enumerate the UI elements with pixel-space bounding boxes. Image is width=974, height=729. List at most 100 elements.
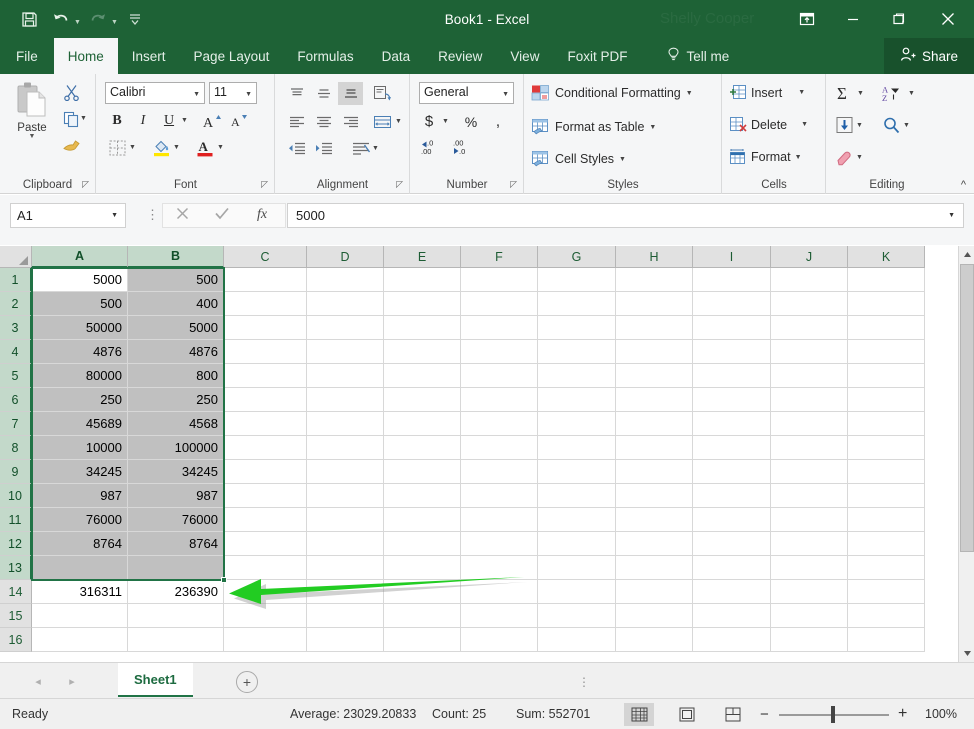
- row-header-5[interactable]: 5: [0, 364, 32, 388]
- cell-B2[interactable]: 400: [128, 292, 224, 316]
- font-size-dropdown-icon[interactable]: ▼: [245, 91, 252, 98]
- format-cells-dropdown-icon[interactable]: ▼: [795, 154, 802, 161]
- cell-D7[interactable]: [307, 412, 384, 436]
- cell-B3[interactable]: 5000: [128, 316, 224, 340]
- add-sheet-button[interactable]: +: [236, 671, 258, 693]
- row-header-13[interactable]: 13: [0, 556, 32, 580]
- cell-H10[interactable]: [616, 484, 693, 508]
- column-header-c[interactable]: C: [224, 246, 307, 268]
- cell-I10[interactable]: [693, 484, 771, 508]
- cell-A16[interactable]: [32, 628, 128, 652]
- cell-C7[interactable]: [224, 412, 307, 436]
- cell-J2[interactable]: [771, 292, 848, 316]
- orientation-button[interactable]: [370, 82, 395, 105]
- undo-icon[interactable]: [46, 5, 76, 33]
- cell-J16[interactable]: [771, 628, 848, 652]
- cell-C4[interactable]: [224, 340, 307, 364]
- row-header-15[interactable]: 15: [0, 604, 32, 628]
- font-name-dropdown-icon[interactable]: ▼: [193, 91, 200, 98]
- cell-K8[interactable]: [848, 436, 925, 460]
- cell-F11[interactable]: [461, 508, 538, 532]
- cell-G13[interactable]: [538, 556, 616, 580]
- formula-input[interactable]: 5000 ▼: [287, 203, 964, 228]
- cell-H13[interactable]: [616, 556, 693, 580]
- clipboard-dialog-launcher-icon[interactable]: ◸: [82, 179, 89, 190]
- cell-E3[interactable]: [384, 316, 461, 340]
- percent-style-button[interactable]: %: [461, 110, 481, 133]
- cell-K7[interactable]: [848, 412, 925, 436]
- collapse-ribbon-icon[interactable]: ^: [961, 179, 966, 191]
- copy-dropdown-icon[interactable]: ▼: [80, 115, 87, 122]
- paste-dropdown-icon[interactable]: ▼: [29, 133, 36, 140]
- cell-J14[interactable]: [771, 580, 848, 604]
- cell-F6[interactable]: [461, 388, 538, 412]
- row-header-2[interactable]: 2: [0, 292, 32, 316]
- center-align-button[interactable]: [311, 110, 336, 133]
- align-left-button[interactable]: [284, 110, 309, 133]
- previous-sheet-icon[interactable]: ◂: [26, 671, 50, 691]
- cell-J5[interactable]: [771, 364, 848, 388]
- cell-G12[interactable]: [538, 532, 616, 556]
- cell-C14[interactable]: [224, 580, 307, 604]
- paste-button[interactable]: Paste ▼: [8, 80, 56, 158]
- wrap-text-button[interactable]: [348, 137, 373, 160]
- cell-K14[interactable]: [848, 580, 925, 604]
- cell-E7[interactable]: [384, 412, 461, 436]
- cell-H1[interactable]: [616, 268, 693, 292]
- cell-C8[interactable]: [224, 436, 307, 460]
- cell-F2[interactable]: [461, 292, 538, 316]
- cell-H3[interactable]: [616, 316, 693, 340]
- cell-F7[interactable]: [461, 412, 538, 436]
- cell-H15[interactable]: [616, 604, 693, 628]
- cell-H9[interactable]: [616, 460, 693, 484]
- tab-file[interactable]: File: [0, 38, 54, 74]
- cell-J13[interactable]: [771, 556, 848, 580]
- row-header-14[interactable]: 14: [0, 580, 32, 604]
- sort-filter-dropdown-icon[interactable]: ▼: [908, 90, 915, 97]
- scroll-up-icon[interactable]: [959, 246, 974, 263]
- cell-F1[interactable]: [461, 268, 538, 292]
- clear-button[interactable]: ▼: [835, 148, 863, 166]
- cell-J15[interactable]: [771, 604, 848, 628]
- cell-E9[interactable]: [384, 460, 461, 484]
- font-name-input[interactable]: Calibri ▼: [105, 82, 205, 104]
- name-box-dropdown-icon[interactable]: ▼: [111, 212, 118, 219]
- column-header-e[interactable]: E: [384, 246, 461, 268]
- cell-F15[interactable]: [461, 604, 538, 628]
- font-size-input[interactable]: 11 ▼: [209, 82, 257, 104]
- cell-G15[interactable]: [538, 604, 616, 628]
- cell-B16[interactable]: [128, 628, 224, 652]
- cell-C6[interactable]: [224, 388, 307, 412]
- column-header-k[interactable]: K: [848, 246, 925, 268]
- tell-me-search[interactable]: Tell me: [655, 38, 741, 74]
- cell-A2[interactable]: 500: [32, 292, 128, 316]
- cell-B8[interactable]: 100000: [128, 436, 224, 460]
- cell-B1[interactable]: 500: [128, 268, 224, 292]
- cell-A4[interactable]: 4876: [32, 340, 128, 364]
- cell-D5[interactable]: [307, 364, 384, 388]
- format-painter-button[interactable]: [58, 132, 84, 156]
- cell-H12[interactable]: [616, 532, 693, 556]
- row-header-7[interactable]: 7: [0, 412, 32, 436]
- cell-D12[interactable]: [307, 532, 384, 556]
- fill-handle[interactable]: [221, 577, 227, 583]
- cell-F12[interactable]: [461, 532, 538, 556]
- cell-J4[interactable]: [771, 340, 848, 364]
- tab-page-layout[interactable]: Page Layout: [180, 38, 284, 74]
- cell-K10[interactable]: [848, 484, 925, 508]
- cell-B9[interactable]: 34245: [128, 460, 224, 484]
- cell-styles-dropdown-icon[interactable]: ▼: [619, 156, 626, 163]
- cell-C2[interactable]: [224, 292, 307, 316]
- cell-D1[interactable]: [307, 268, 384, 292]
- cell-J9[interactable]: [771, 460, 848, 484]
- page-break-view-button[interactable]: [718, 703, 748, 726]
- number-dialog-launcher-icon[interactable]: ◸: [510, 179, 517, 190]
- format-as-table-dropdown-icon[interactable]: ▼: [649, 124, 656, 131]
- cell-C13[interactable]: [224, 556, 307, 580]
- underline-button[interactable]: U: [157, 109, 181, 132]
- zoom-slider-thumb[interactable]: [831, 706, 835, 723]
- underline-dropdown-icon[interactable]: ▼: [181, 117, 188, 124]
- cell-K13[interactable]: [848, 556, 925, 580]
- cell-E15[interactable]: [384, 604, 461, 628]
- cell-D2[interactable]: [307, 292, 384, 316]
